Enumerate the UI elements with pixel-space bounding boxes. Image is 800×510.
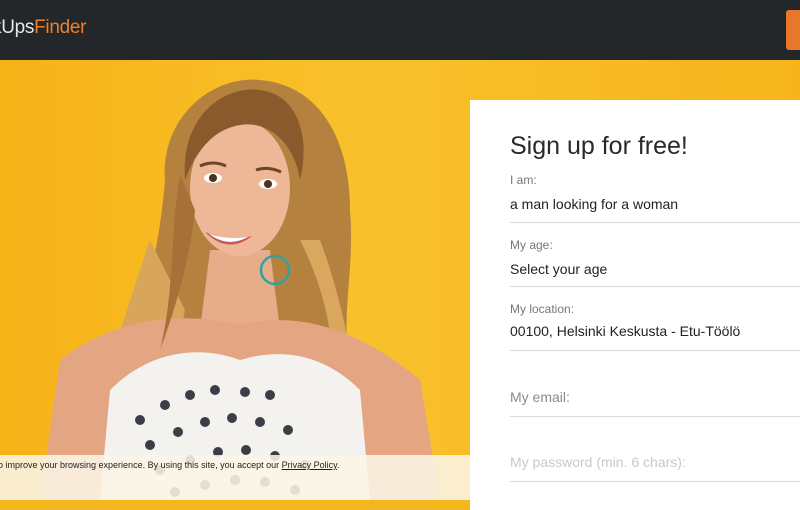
i-am-select[interactable]: a man looking for a woman: [510, 196, 678, 212]
cookie-message: o improve your browsing experience. By u…: [0, 460, 282, 470]
age-label: My age:: [510, 238, 553, 252]
site-logo[interactable]: kUpsFinder: [0, 17, 86, 39]
privacy-policy-link[interactable]: Privacy Policy: [282, 460, 337, 470]
i-am-label: I am:: [510, 173, 537, 187]
age-select[interactable]: Select your age: [510, 261, 607, 277]
divider: [510, 416, 800, 417]
password-field[interactable]: My password (min. 6 chars):: [510, 454, 686, 470]
signup-form-card: Sign up for free! I am: a man looking fo…: [470, 100, 800, 510]
header-action-button[interactable]: [786, 10, 800, 50]
cookie-suffix: .: [337, 460, 340, 470]
divider: [510, 350, 800, 351]
location-input[interactable]: 00100, Helsinki Keskusta - Etu-Töölö: [510, 323, 740, 339]
divider: [510, 222, 800, 223]
logo-text-part1: kUps: [0, 17, 35, 38]
signup-title: Sign up for free!: [510, 132, 688, 160]
cookie-banner: o improve your browsing experience. By u…: [0, 455, 470, 500]
email-field[interactable]: My email:: [510, 389, 570, 405]
divider: [510, 286, 800, 287]
logo-text-part2: Finder: [34, 17, 87, 38]
top-bar: kUpsFinder: [0, 0, 800, 60]
cookie-text: o improve your browsing experience. By u…: [0, 460, 340, 470]
divider: [510, 481, 800, 482]
location-label: My location:: [510, 302, 575, 316]
